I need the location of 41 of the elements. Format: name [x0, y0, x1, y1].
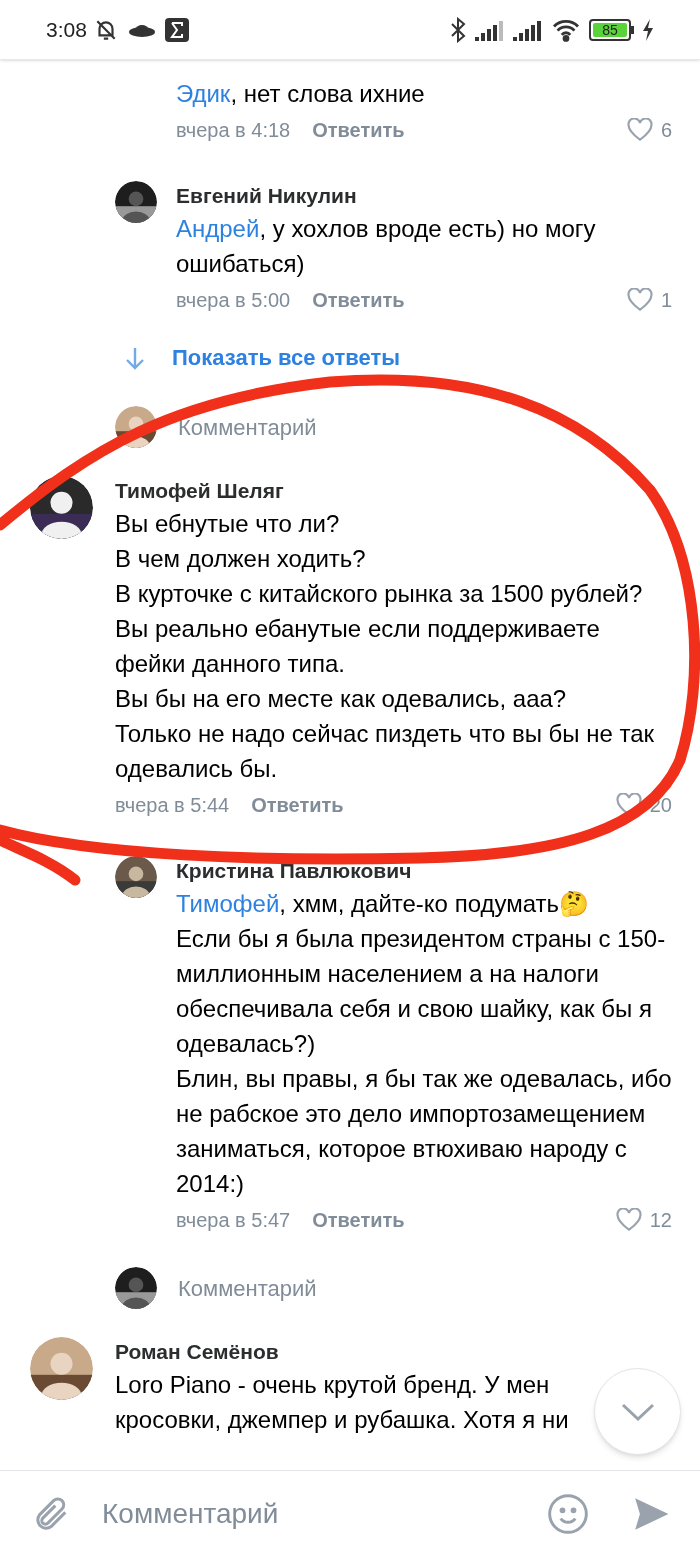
- reply-link[interactable]: Ответить: [251, 790, 344, 820]
- like-count: 12: [649, 1208, 672, 1233]
- author-name[interactable]: Кристина Павлюкович: [176, 856, 672, 886]
- comment-text: Андрей, у хохлов вроде есть) но могу ошибаться): [176, 214, 597, 279]
- reply-link[interactable]: Ответить: [312, 285, 405, 315]
- heart-icon[interactable]: [615, 1208, 642, 1232]
- reply-link[interactable]: Ответить: [312, 115, 405, 145]
- comment-text: Вы ебнутые что ли? В чем должен ходить? В курточке с китайского рынка за 1500 рублей? Вы реально ебанутые если поддерживаете фейки данного типа. Вы бы на его месте как одевались, ааа? Только не надо сейчас пиздеть что вы бы не так одевались бы.: [115, 509, 656, 784]
- arrow-down-icon: [124, 345, 146, 370]
- smiley-icon[interactable]: [546, 1491, 590, 1536]
- comment-text: Loro Piano - очень крутой бренд. У мен кросовки, джемпер и рубашка. Хотя я ни: [115, 1370, 569, 1435]
- comment-text: Тимофей, хмм, дайте-ко подумать🤔 Если бы я была президентом страны с 150-миллионным населением а на налоги обеспечивала себя и свою шайку, как бы я одевалась?) Блин, вы правы, я бы так же одевалась, ибо не рабское это дело импортозамещением заниматься, которое втюхиваю народу с 2014:): [176, 889, 672, 1199]
- author-name[interactable]: Евгений Никулин: [176, 181, 672, 211]
- comment-prompt[interactable]: Комментарий: [178, 410, 317, 444]
- comment-time: вчера в 5:00: [176, 288, 291, 313]
- author-name[interactable]: Тимофей Шеляг: [115, 476, 672, 506]
- wifi-icon: [551, 17, 581, 42]
- charging-icon: [642, 18, 654, 41]
- mention-link[interactable]: Андрей: [176, 215, 260, 242]
- chevron-down-icon: [620, 1402, 655, 1421]
- like-count: 6: [660, 118, 672, 143]
- mention-link[interactable]: Тимофей: [176, 890, 280, 917]
- signal-icon: [513, 18, 543, 41]
- status-time: 3:08: [46, 16, 87, 43]
- author-name[interactable]: Роман Семёнов: [115, 1337, 672, 1367]
- heart-icon[interactable]: [626, 288, 653, 312]
- mention-link[interactable]: Эдик: [176, 80, 231, 107]
- battery-percent: 85: [602, 22, 618, 37]
- comment-time: вчера в 4:18: [176, 118, 291, 143]
- comment-prompt[interactable]: Комментарий: [178, 1271, 317, 1305]
- like-count: 1: [660, 288, 672, 313]
- comment-time: вчера в 5:44: [115, 793, 230, 818]
- show-all-replies-link[interactable]: Показать все ответы: [172, 341, 401, 374]
- comment-input[interactable]: Комментарий: [102, 1492, 546, 1535]
- sigma-icon: [164, 17, 189, 42]
- bluetooth-icon: [449, 16, 467, 43]
- signal-icon: [475, 18, 505, 41]
- comment-time: вчера в 5:47: [176, 1208, 291, 1233]
- reply-link[interactable]: Ответить: [312, 1205, 405, 1235]
- heart-icon[interactable]: [626, 118, 653, 142]
- comment-text: Эдик, нет слова ихние: [176, 79, 425, 109]
